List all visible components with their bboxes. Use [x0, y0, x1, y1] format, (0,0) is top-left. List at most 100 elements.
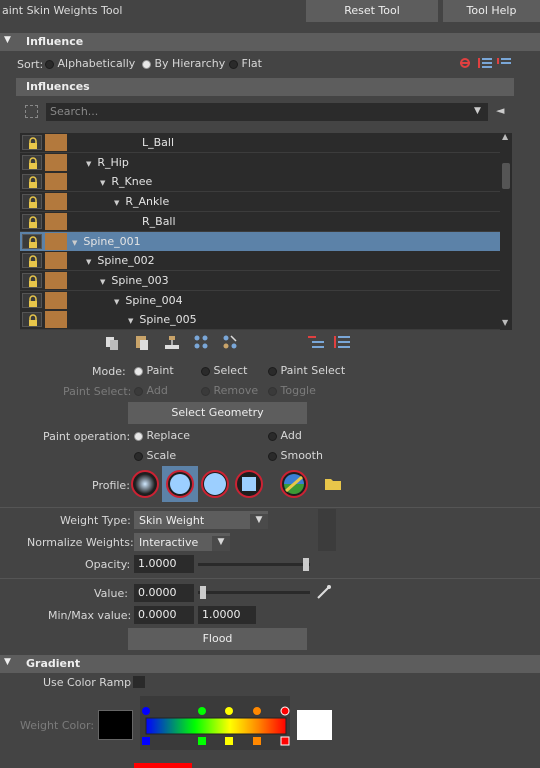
tree-row[interactable]: ▼ Spine_003 [20, 270, 500, 291]
solid-round-brush-icon[interactable] [162, 466, 198, 502]
move-weights-icon[interactable] [193, 334, 209, 353]
weight-color-black-swatch[interactable] [98, 710, 133, 740]
square-brush-icon[interactable] [234, 469, 264, 502]
value-slider-handle[interactable] [200, 586, 206, 599]
joint-color-swatch[interactable] [45, 271, 67, 289]
tree-scrollbar[interactable]: ▲ ▼ [500, 132, 512, 330]
joint-color-swatch[interactable] [45, 173, 67, 191]
joint-color-swatch[interactable] [45, 153, 67, 171]
max-value-field[interactable]: 1.0000 [198, 606, 256, 624]
expand-arrow-icon[interactable]: ▼ [114, 199, 119, 207]
tree-row[interactable]: ▼ R_Hip [20, 152, 500, 173]
tree-row[interactable]: ▼ R_Knee [20, 172, 500, 193]
scroll-down-icon[interactable]: ▼ [502, 318, 508, 327]
tree-row[interactable]: ▼ Spine_004 [20, 290, 500, 311]
min-value-field[interactable]: 0.0000 [134, 606, 194, 624]
scroll-thumb[interactable] [502, 163, 510, 189]
search-dropdown-icon[interactable]: ▼ [474, 106, 481, 116]
lock-icon[interactable] [22, 194, 42, 210]
folder-icon[interactable] [325, 477, 341, 493]
gradient-section-header[interactable]: ▼ Gradient [0, 655, 540, 673]
paint-select-remove-radio[interactable]: Remove [201, 384, 258, 397]
mode-paint-radio[interactable]: Paint [134, 364, 174, 377]
joint-color-swatch[interactable] [45, 252, 67, 270]
opacity-slider[interactable] [198, 563, 310, 566]
opacity-slider-handle[interactable] [303, 558, 309, 571]
op-add-radio[interactable]: Add [268, 429, 302, 442]
mode-paint-select-radio[interactable]: Paint Select [268, 364, 345, 377]
lock-icon[interactable] [22, 253, 42, 269]
joint-color-swatch[interactable] [45, 311, 67, 329]
sort-flat-radio[interactable]: Flat [229, 57, 262, 70]
expand-arrow-icon[interactable]: ▼ [86, 160, 91, 168]
select-geometry-button[interactable]: Select Geometry [128, 402, 307, 424]
joint-color-swatch[interactable] [45, 291, 67, 309]
expand-arrow-icon[interactable]: ▼ [114, 298, 119, 306]
list-sort-icon[interactable] [478, 57, 492, 69]
joint-color-swatch[interactable] [45, 232, 67, 250]
selected-color-swatch[interactable] [134, 763, 192, 768]
lock-icon[interactable] [22, 292, 42, 308]
expand-arrow-icon[interactable]: ▼ [128, 317, 133, 325]
tree-row[interactable]: ▼ R_Ankle [20, 192, 500, 213]
tree-row[interactable]: ▼ Spine_005 [20, 310, 500, 331]
show-influences-icon[interactable] [222, 334, 238, 353]
soft-brush-icon[interactable] [130, 469, 160, 502]
expand-arrow-icon[interactable]: ▼ [100, 179, 105, 187]
op-smooth-radio[interactable]: Smooth [268, 449, 323, 462]
op-replace-radio[interactable]: Replace [134, 429, 190, 442]
select-all-icon[interactable] [25, 105, 38, 118]
lock-icon[interactable] [22, 312, 42, 328]
sort-alphabetically-radio[interactable]: Alphabetically [45, 57, 135, 70]
eyedropper-icon[interactable] [316, 584, 332, 603]
tree-row[interactable]: L_Ball [20, 133, 500, 153]
normalize-dropdown[interactable]: Interactive ▼ [134, 533, 230, 551]
joint-color-swatch[interactable] [45, 134, 67, 151]
mode-select-radio[interactable]: Select [201, 364, 247, 377]
search-input[interactable]: Search... [46, 103, 488, 121]
tool-help-button[interactable]: Tool Help [443, 0, 540, 22]
paste-weights-icon[interactable] [134, 334, 150, 353]
scroll-up-icon[interactable]: ▲ [502, 132, 508, 141]
expand-list-icon[interactable] [334, 334, 350, 353]
custom-brush-icon[interactable] [279, 469, 309, 502]
value-slider[interactable] [198, 591, 310, 594]
expand-arrow-icon[interactable]: ▼ [86, 258, 91, 266]
copy-weights-icon[interactable] [104, 334, 120, 353]
use-color-ramp-checkbox[interactable] [133, 676, 145, 688]
lock-icon[interactable] [22, 174, 42, 190]
list-filter-icon[interactable] [497, 57, 511, 69]
joint-name: Spine_005 [139, 313, 197, 327]
weight-color-white-swatch[interactable] [297, 710, 332, 740]
influence-tree[interactable]: L_Ball ▼ R_Hip ▼ R_Knee ▼ R_Ankle R_Ball ▼ Spine_… [0, 132, 514, 331]
tree-row-label: ▼ Spine_004 [114, 294, 183, 307]
collapse-list-icon[interactable] [308, 334, 324, 353]
expand-arrow-icon[interactable]: ▼ [72, 239, 77, 247]
sort-hierarchy-radio[interactable]: By Hierarchy [142, 57, 225, 70]
value-field[interactable]: 0.0000 [134, 584, 194, 602]
influence-section-header[interactable]: ▼ Influence [0, 33, 540, 51]
flood-button[interactable]: Flood [128, 628, 307, 650]
lock-icon[interactable] [22, 154, 42, 170]
tree-row[interactable]: R_Ball [20, 211, 500, 232]
weight-type-dropdown[interactable]: Skin Weight ▼ [134, 511, 268, 529]
expand-arrow-icon[interactable]: ▼ [100, 278, 105, 286]
tree-row[interactable]: ▼ Spine_001 [20, 231, 500, 252]
color-ramp-widget[interactable] [140, 696, 290, 750]
weight-hammer-icon[interactable] [164, 334, 180, 353]
round-brush-icon[interactable] [200, 469, 230, 502]
tree-row[interactable]: ▼ Spine_002 [20, 251, 500, 272]
paint-select-toggle-radio[interactable]: Toggle [268, 384, 316, 397]
joint-color-swatch[interactable] [45, 193, 67, 211]
opacity-field[interactable]: 1.0000 [134, 555, 194, 573]
op-scale-radio[interactable]: Scale [134, 449, 176, 462]
lock-icon[interactable] [22, 135, 42, 150]
lock-icon[interactable] [22, 213, 42, 229]
joint-color-swatch[interactable] [45, 212, 67, 230]
paint-select-add-radio[interactable]: Add [134, 384, 168, 397]
lock-icon[interactable] [22, 272, 42, 288]
pin-icon[interactable]: ◄ [496, 104, 504, 117]
lock-icon[interactable] [22, 233, 42, 249]
reset-tool-button[interactable]: Reset Tool [306, 0, 438, 22]
link-icon[interactable] [458, 57, 472, 69]
